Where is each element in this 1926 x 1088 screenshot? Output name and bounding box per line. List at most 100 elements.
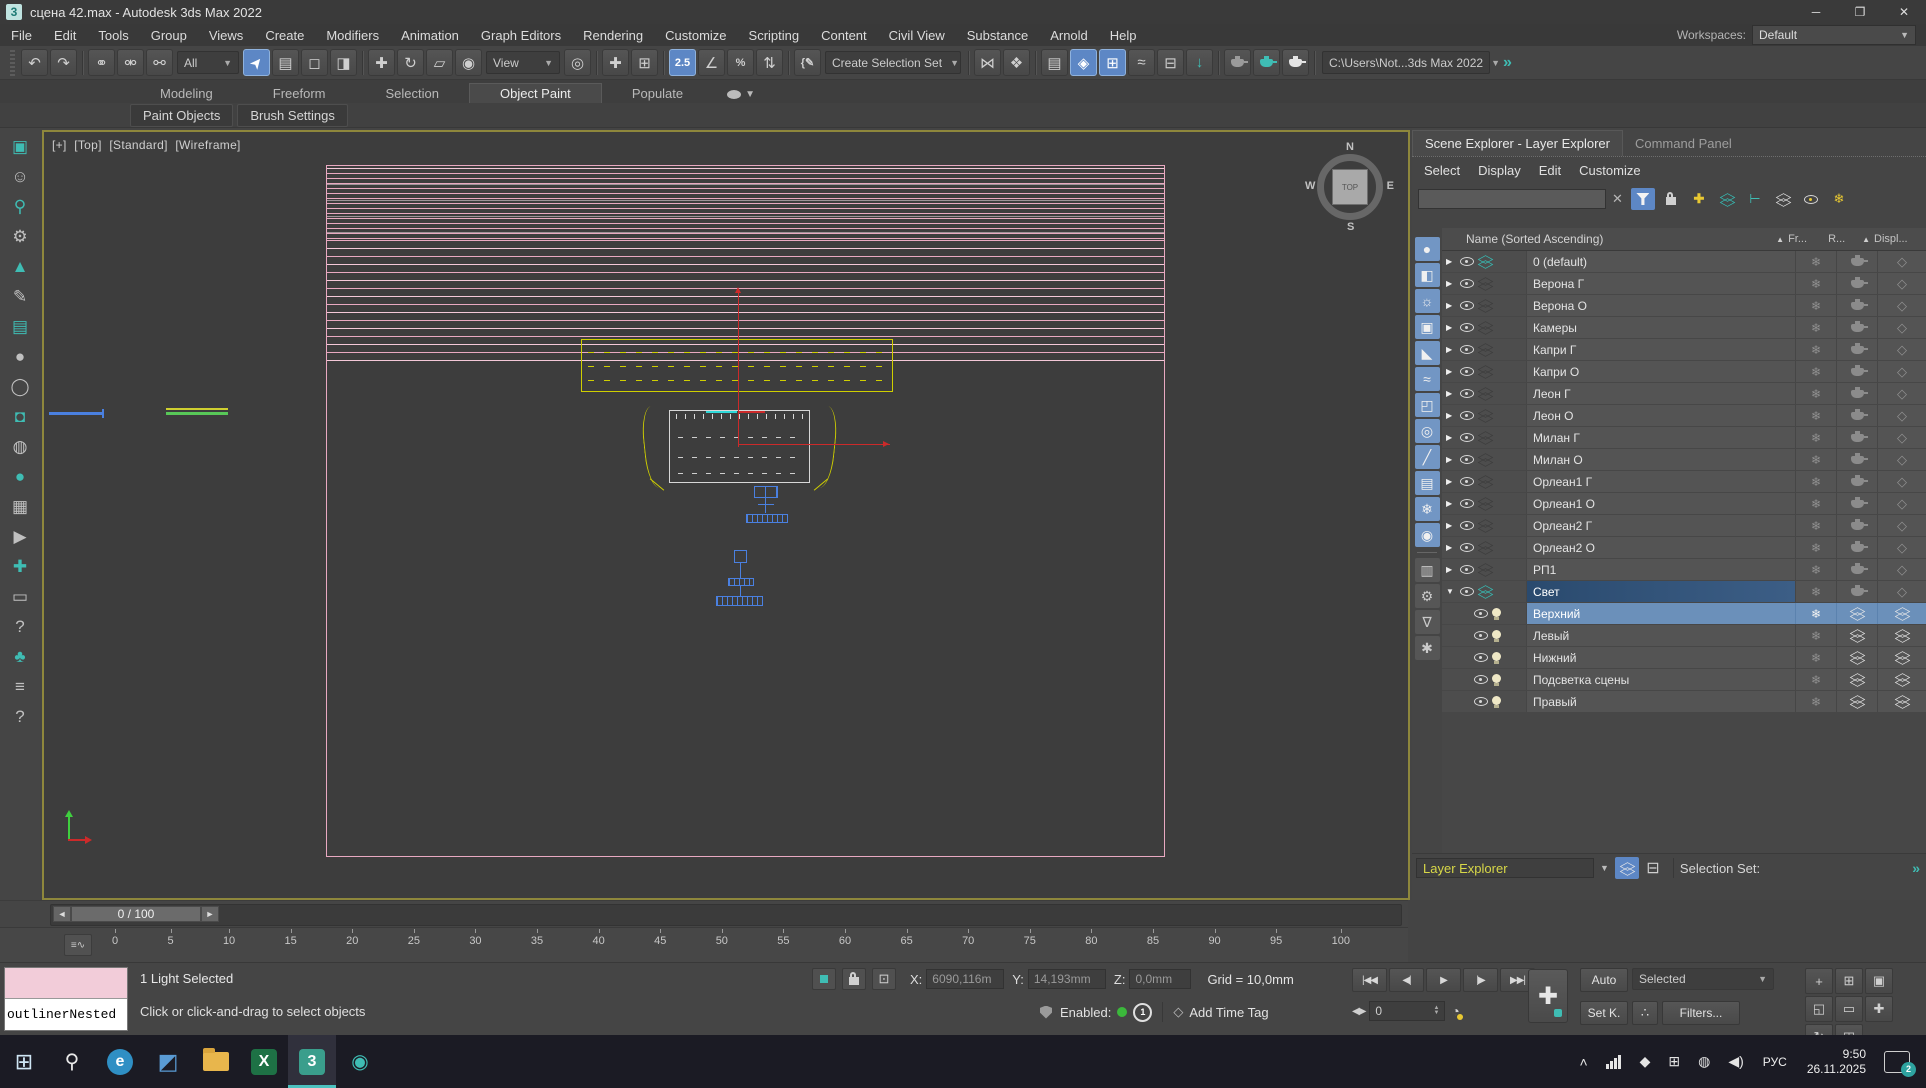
people-icon[interactable]: ☺ [7, 164, 33, 190]
display-cell[interactable] [1877, 471, 1926, 492]
render-cell[interactable] [1836, 427, 1877, 448]
layer-row[interactable]: ▶ Капри О [1442, 361, 1926, 382]
display-groups-icon[interactable]: ◰ [1415, 393, 1440, 417]
viewport-menu-visual-style[interactable]: [Standard] [109, 138, 167, 152]
visibility-eye-icon[interactable] [1460, 389, 1474, 398]
time-configuration-icon[interactable]: ◔ [1451, 1003, 1459, 1019]
freeze-cell[interactable] [1795, 493, 1836, 514]
explorer-menu-select[interactable]: Select [1424, 163, 1460, 178]
display-cell[interactable] [1877, 559, 1926, 580]
select-and-manipulate-icon[interactable]: ✚ [602, 49, 629, 76]
layer-row[interactable]: ▶ Орлеан1 Г [1442, 471, 1926, 492]
toggle-layer-explorer-icon[interactable]: ◈ [1070, 49, 1097, 76]
explorer-mode-dropdown[interactable]: Layer Explorer [1416, 858, 1594, 878]
display-lights-icon[interactable]: ☼ [1415, 289, 1440, 313]
freeze-cell[interactable] [1795, 449, 1836, 470]
key-filters-button[interactable]: Filters... [1662, 1001, 1740, 1025]
layer-row[interactable]: ▼ Свет [1442, 581, 1926, 602]
pick-icon[interactable]: ✱ [1415, 636, 1440, 660]
layer-row[interactable]: ▶ Орлеан2 О [1442, 537, 1926, 558]
render-cell[interactable] [1836, 295, 1877, 316]
layer-row[interactable]: ▶ Леон О [1442, 405, 1926, 426]
explorer-menu-customize[interactable]: Customize [1579, 163, 1640, 178]
freeze-cell[interactable] [1795, 427, 1836, 448]
percent-snap-icon[interactable]: % [727, 49, 754, 76]
select-and-place-icon[interactable]: ◉ [455, 49, 482, 76]
freeze-cell[interactable] [1795, 559, 1836, 580]
row-name[interactable]: Верхний [1526, 603, 1795, 624]
schematic-view-icon[interactable]: ⊟ [1157, 49, 1184, 76]
viewport-menu-shading[interactable]: [Wireframe] [175, 138, 240, 152]
selection-filter-dropdown[interactable]: All▼ [177, 51, 239, 74]
row-name[interactable]: Леон Г [1526, 383, 1795, 404]
paint-objects-button[interactable]: Paint Objects [130, 104, 233, 127]
taskbar-excel-icon[interactable]: X [240, 1035, 288, 1088]
auto-key-button[interactable]: Auto [1580, 968, 1628, 992]
play-icon[interactable]: ▶ [1426, 968, 1461, 992]
compass-east[interactable]: E [1387, 180, 1394, 192]
visibility-eye-icon[interactable] [1460, 455, 1474, 464]
cage-icon[interactable]: ▦ [7, 494, 33, 520]
droplet-icon[interactable]: ● [7, 344, 33, 370]
zoom-region-icon[interactable]: ▭ [1835, 996, 1863, 1022]
display-xrefs-icon[interactable]: ◎ [1415, 419, 1440, 443]
row-name[interactable]: Нижний [1526, 647, 1795, 668]
display-cell[interactable] [1877, 647, 1926, 668]
visibility-eye-icon[interactable] [1474, 609, 1488, 618]
zoom-icon[interactable]: + [1805, 968, 1833, 994]
frame-spinner[interactable]: ▲▼ [1433, 1006, 1439, 1016]
visibility-eye-icon[interactable] [1460, 301, 1474, 310]
brush-settings-button[interactable]: Brush Settings [237, 104, 348, 127]
import-content-icon[interactable]: ↓ [1186, 49, 1213, 76]
display-shapes-icon[interactable]: ◧ [1415, 263, 1440, 287]
visibility-eye-icon[interactable] [1460, 345, 1474, 354]
menu-modifiers[interactable]: Modifiers [315, 28, 390, 43]
display-geometry-icon[interactable]: ● [1415, 237, 1440, 261]
expand-icon[interactable]: ▶ [1446, 323, 1460, 332]
tree-icon[interactable]: ♣ [7, 644, 33, 670]
expand-icon[interactable]: ▶ [1446, 389, 1460, 398]
expand-icon[interactable]: ▶ [1446, 521, 1460, 530]
render-cell[interactable] [1836, 273, 1877, 294]
visibility-eye-icon[interactable] [1474, 697, 1488, 706]
key-mode-toggle-icon[interactable]: ◀▶ [1352, 1006, 1365, 1017]
tray-bars-icon[interactable] [1606, 1055, 1622, 1069]
row-name[interactable]: Капри О [1526, 361, 1795, 382]
select-and-move-icon[interactable]: ✚ [368, 49, 395, 76]
unhide-all-icon[interactable] [1799, 188, 1823, 210]
freeze-cell[interactable] [1795, 251, 1836, 272]
row-name[interactable]: Орлеан2 О [1526, 537, 1795, 558]
panel-tab-command-panel[interactable]: Command Panel [1623, 131, 1744, 156]
row-name[interactable]: Орлеан1 Г [1526, 471, 1795, 492]
display-cell[interactable] [1877, 317, 1926, 338]
render-cell[interactable] [1836, 251, 1877, 272]
taskbar-3dsmax-icon[interactable]: 3 [288, 1035, 336, 1088]
row-name[interactable]: Орлеан1 О [1526, 493, 1795, 514]
row-name[interactable]: Подсветка сцены [1526, 669, 1795, 690]
render-cell[interactable] [1836, 515, 1877, 536]
layer-row[interactable]: ▶ Капри Г [1442, 339, 1926, 360]
help2-icon[interactable]: ? [7, 704, 33, 730]
freeze-cell[interactable] [1795, 295, 1836, 316]
add-to-layer-icon[interactable] [1715, 188, 1739, 210]
selection-region-icon[interactable] [812, 968, 836, 990]
menu-animation[interactable]: Animation [390, 28, 470, 43]
freeze-cell[interactable] [1795, 625, 1836, 646]
expand-icon[interactable]: ▶ [1446, 477, 1460, 486]
row-name[interactable]: РП1 [1526, 559, 1795, 580]
viewcube[interactable]: TOP N S W E [1307, 144, 1393, 230]
set-keys-button[interactable]: ✚ [1528, 969, 1568, 1023]
display-spacewarps-icon[interactable]: ≈ [1415, 367, 1440, 391]
ribbon-tab-modeling[interactable]: Modeling [130, 84, 243, 103]
render-cell[interactable] [1836, 317, 1877, 338]
display-frozen-icon[interactable]: ❄ [1415, 497, 1440, 521]
z-field[interactable]: 0,0mm [1129, 969, 1191, 989]
filter-funnel-icon[interactable]: ∇ [1415, 610, 1440, 634]
row-name[interactable]: Верона О [1526, 295, 1795, 316]
pan-icon[interactable]: ✚ [1865, 996, 1893, 1022]
light-array-wireframe[interactable] [581, 339, 893, 392]
light-row[interactable]: Правый [1442, 691, 1926, 712]
display-cell[interactable] [1877, 251, 1926, 272]
visibility-eye-icon[interactable] [1474, 653, 1488, 662]
light-row[interactable]: Левый [1442, 625, 1926, 646]
